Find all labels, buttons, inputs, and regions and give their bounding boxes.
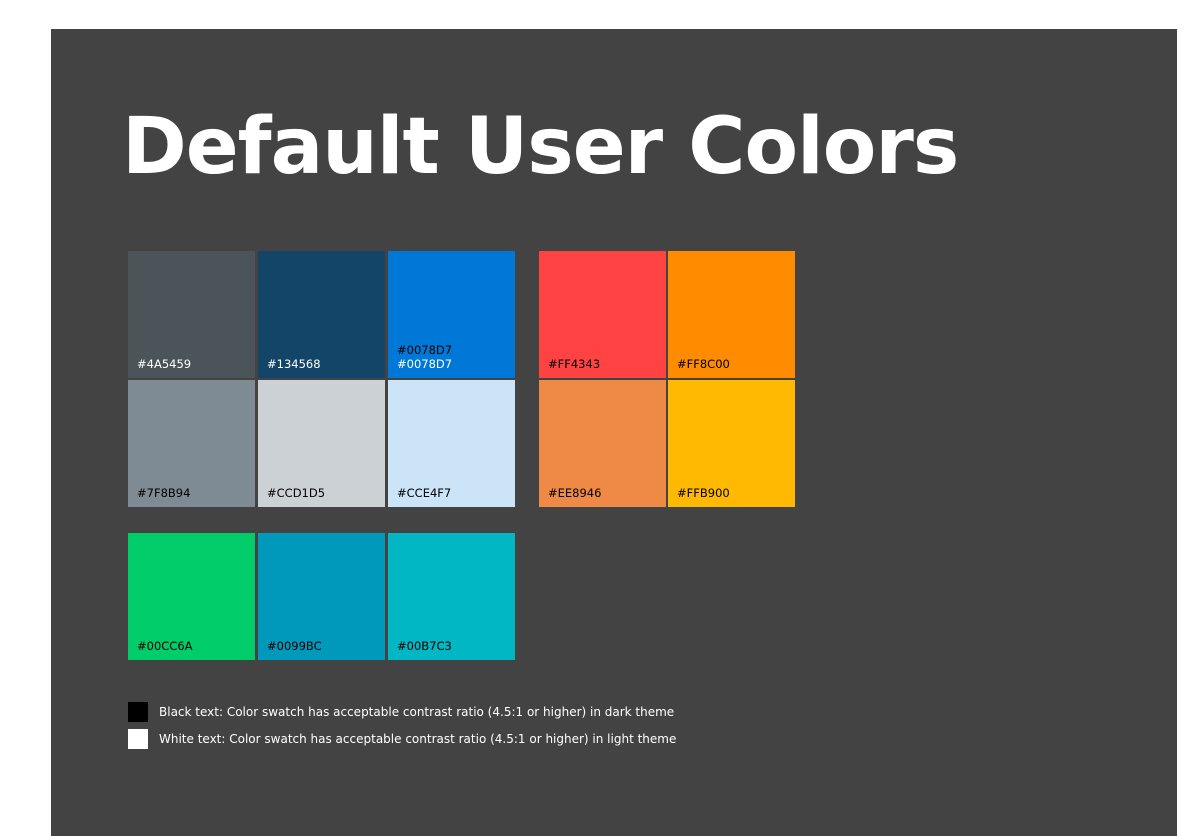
swatch-ff4343: #FF4343 — [539, 251, 666, 378]
swatch-0099bc: #0099BC — [258, 533, 385, 660]
swatch-cce4f7: #CCE4F7 — [388, 380, 515, 507]
swatch-label: #7F8B94 — [137, 486, 191, 500]
swatch-label: #FF8C00 — [677, 357, 730, 371]
swatch-label: #4A5459 — [137, 357, 192, 371]
swatch-label-light: #0078D7 — [397, 357, 453, 371]
swatch-label: #00CC6A — [137, 639, 193, 653]
swatch-134568: #134568 — [258, 251, 385, 378]
swatch-label: #CCE4F7 — [397, 486, 452, 500]
swatch-7f8b94: #7F8B94 — [128, 380, 255, 507]
legend-item-black-text: Black text: Color swatch has acceptable … — [128, 702, 674, 722]
legend-swatch-white — [128, 729, 148, 749]
legend-text: Black text: Color swatch has acceptable … — [159, 705, 675, 719]
swatch-00cc6a: #00CC6A — [128, 533, 255, 660]
color-palette-panel: Default User Colors #4A5459 #134568 #007… — [51, 29, 1177, 836]
swatch-ccd1d5: #CCD1D5 — [258, 380, 385, 507]
swatch-label: #FF4343 — [548, 357, 601, 371]
swatch-ffb900: #FFB900 — [668, 380, 795, 507]
swatch-label: #EE8946 — [548, 486, 602, 500]
swatch-ff8c00: #FF8C00 — [668, 251, 795, 378]
page-title: Default User Colors — [122, 102, 959, 192]
swatch-label-dark: #0078D7 — [397, 343, 453, 357]
swatch-label: #00B7C3 — [397, 639, 452, 653]
swatch-00b7c3: #00B7C3 — [388, 533, 515, 660]
legend-text: White text: Color swatch has acceptable … — [159, 732, 677, 746]
legend-swatch-black — [128, 702, 148, 722]
swatch-4a5459: #4A5459 — [128, 251, 255, 378]
swatch-ee8946: #EE8946 — [539, 380, 666, 507]
swatch-label: #134568 — [267, 357, 321, 371]
legend-item-white-text: White text: Color swatch has acceptable … — [128, 729, 676, 749]
swatch-label: #CCD1D5 — [267, 486, 326, 500]
swatch-label: #0099BC — [267, 639, 322, 653]
swatch-0078d7: #0078D7 #0078D7 — [388, 251, 515, 378]
swatch-label: #FFB900 — [677, 486, 730, 500]
